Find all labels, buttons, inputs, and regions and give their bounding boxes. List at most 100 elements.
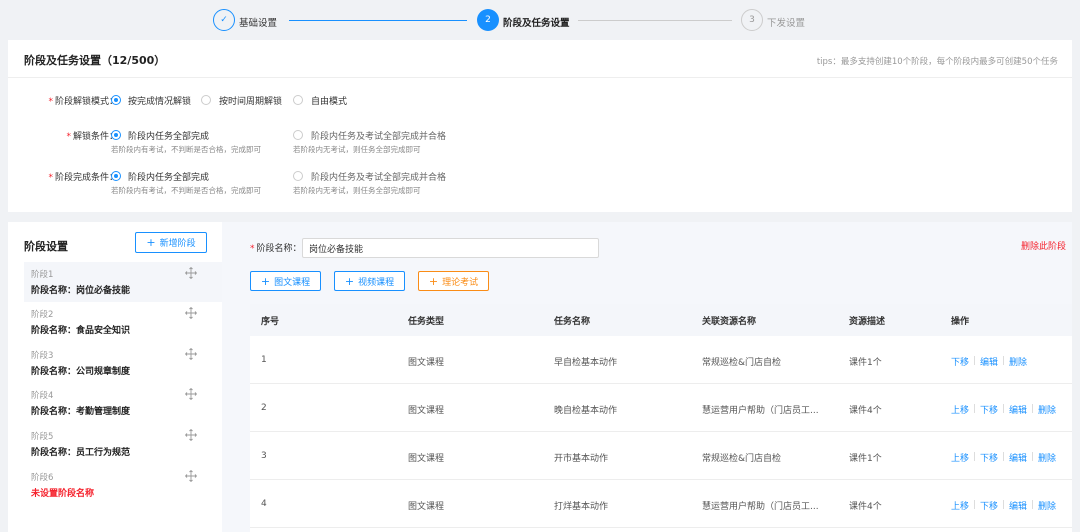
edit-link[interactable]: 编辑 <box>1009 451 1027 464</box>
cell-task-name: 开市基本动作 <box>554 454 609 464</box>
task-table: 序号 任务类型 任务名称 关联资源名称 资源描述 操作 1 图文课程 早自检基本… <box>250 304 1072 532</box>
delete-link[interactable]: 删除 <box>1038 499 1056 512</box>
action-separator <box>1003 404 1004 413</box>
move-up-link[interactable]: 上移 <box>951 403 969 416</box>
add-theory-exam-button[interactable]: + 理论考试 <box>418 271 489 291</box>
stage-item-2[interactable]: 阶段2 阶段名称：食品安全知识 <box>24 302 222 342</box>
stage-editor-panel: * 阶段名称： 岗位必备技能 删除此阶段 + 图文课程 + 视频课程 + 理论考试 序号… <box>222 222 1072 532</box>
stage-item-3[interactable]: 阶段3 阶段名称：公司规章制度 <box>24 343 222 383</box>
plus-icon: + <box>260 274 271 288</box>
stage-name-input[interactable]: 岗位必备技能 <box>302 238 599 258</box>
unlock-condition-label: * 解锁条件： <box>66 132 118 142</box>
add-stage-button[interactable]: + 新增阶段 <box>135 232 207 253</box>
unlock-mode-option-label: 按时间周期解锁 <box>219 97 283 107</box>
delete-link[interactable]: 删除 <box>1038 403 1056 416</box>
step-connector-1 <box>289 20 467 21</box>
step-3-label: 下发设置 <box>767 18 806 29</box>
complete-condition-radio-tasks[interactable] <box>111 171 121 181</box>
cell-resource-desc: 课件1个 <box>849 358 882 368</box>
drag-move-icon[interactable] <box>185 267 197 279</box>
move-down-link[interactable]: 下移 <box>980 499 998 512</box>
button-label: 视频课程 <box>358 277 395 288</box>
stage-number: 阶段1 <box>31 270 54 280</box>
add-article-course-button[interactable]: + 图文课程 <box>250 271 321 291</box>
complete-condition-hint: 若阶段内无考试，则任务全部完成即可 <box>293 186 421 195</box>
action-separator <box>1003 500 1004 509</box>
action-separator <box>1032 404 1033 413</box>
edit-link[interactable]: 编辑 <box>1009 403 1027 416</box>
unlock-condition-option-label: 阶段内任务及考试全部完成并合格 <box>311 132 447 142</box>
step-3-number: 3 <box>741 9 763 31</box>
action-separator <box>974 404 975 413</box>
drag-move-icon[interactable] <box>185 348 197 360</box>
unlock-mode-option-label: 自由模式 <box>311 97 348 107</box>
step-1-label: 基础设置 <box>239 18 278 29</box>
move-up-link[interactable]: 上移 <box>951 499 969 512</box>
plus-icon: + <box>428 274 439 288</box>
add-video-course-button[interactable]: + 视频课程 <box>334 271 405 291</box>
unlock-mode-radio-time[interactable] <box>201 95 211 105</box>
cell-index: 2 <box>261 403 267 413</box>
move-down-link[interactable]: 下移 <box>980 403 998 416</box>
complete-condition-option-label: 阶段内任务及考试全部完成并合格 <box>311 173 447 183</box>
table-row: 4 图文课程 打烊基本动作 慧运营用户帮助（门店员工... 课件4个 上移 下移… <box>250 480 1072 528</box>
add-stage-label: 新增阶段 <box>159 239 196 249</box>
delete-link[interactable]: 删除 <box>1038 451 1056 464</box>
stage-name-label: * 阶段名称： <box>250 244 302 254</box>
cell-resource-name: 常规巡检&门店自检 <box>702 358 782 368</box>
drag-move-icon[interactable] <box>185 307 197 319</box>
move-down-link[interactable]: 下移 <box>980 451 998 464</box>
column-header-actions: 操作 <box>951 317 970 327</box>
stage-number: 阶段2 <box>31 310 54 320</box>
unlock-condition-radio-exams[interactable] <box>293 130 303 140</box>
cell-resource-desc: 课件4个 <box>849 406 882 416</box>
drag-move-icon[interactable] <box>185 388 197 400</box>
cell-index: 1 <box>261 355 267 365</box>
complete-condition-radio-exams[interactable] <box>293 171 303 181</box>
task-table-header: 序号 任务类型 任务名称 关联资源名称 资源描述 操作 <box>250 304 1072 336</box>
action-separator <box>1032 500 1033 509</box>
tips-text: tips：最多支持创建10个阶段，每个阶段内最多可创建50个任务 <box>816 57 1058 67</box>
delete-stage-link[interactable]: 删除此阶段 <box>1021 239 1066 252</box>
stage-item-4[interactable]: 阶段4 阶段名称：考勤管理制度 <box>24 383 222 423</box>
plus-icon: + <box>146 236 156 249</box>
stage-list-title: 阶段设置 <box>24 240 68 253</box>
cell-resource-desc: 课件4个 <box>849 502 882 512</box>
stage-item-1[interactable]: 阶段1 阶段名称：岗位必备技能 <box>24 262 222 302</box>
stage-task-settings-panel: 阶段及任务设置（12/500） tips：最多支持创建10个阶段，每个阶段内最多… <box>8 40 1072 212</box>
plus-icon: + <box>344 274 355 288</box>
drag-move-icon[interactable] <box>185 470 197 482</box>
delete-link[interactable]: 删除 <box>1009 355 1027 368</box>
stage-list-panel: 阶段设置 + 新增阶段 阶段1 阶段名称：岗位必备技能 阶段2 阶段名称：食品安… <box>8 222 222 532</box>
column-header-task-type: 任务类型 <box>408 317 445 327</box>
unlock-mode-radio-free[interactable] <box>293 95 303 105</box>
stage-name: 阶段名称：公司规章制度 <box>31 367 131 377</box>
drag-move-icon[interactable] <box>185 429 197 441</box>
unlock-condition-hint: 若阶段内有考试，不判断是否合格，完成即可 <box>111 145 261 154</box>
stage-number: 阶段4 <box>31 391 54 401</box>
action-separator <box>1003 452 1004 461</box>
divider <box>8 77 1072 78</box>
unlock-mode-radio-completion[interactable] <box>111 95 121 105</box>
cell-resource-name: 慧运营用户帮助（门店员工... <box>702 502 819 512</box>
table-row: 2 图文课程 晚自检基本动作 慧运营用户帮助（门店员工... 课件4个 上移 下… <box>250 384 1072 432</box>
cell-index: 3 <box>261 451 267 461</box>
edit-link[interactable]: 编辑 <box>1009 499 1027 512</box>
stage-number: 阶段6 <box>31 473 54 483</box>
stage-item-6[interactable]: 阶段6 未设置阶段名称 <box>24 465 222 505</box>
action-separator <box>974 500 975 509</box>
cell-task-name: 早自检基本动作 <box>554 358 618 368</box>
column-header-resource-desc: 资源描述 <box>849 317 886 327</box>
cell-resource-desc: 课件1个 <box>849 454 882 464</box>
column-header-index: 序号 <box>261 317 280 327</box>
cell-task-name: 晚自检基本动作 <box>554 406 618 416</box>
stage-item-5[interactable]: 阶段5 阶段名称：员工行为规范 <box>24 424 222 464</box>
move-down-link[interactable]: 下移 <box>951 355 969 368</box>
unlock-condition-hint: 若阶段内无考试，则任务全部完成即可 <box>293 145 421 154</box>
edit-link[interactable]: 编辑 <box>980 355 998 368</box>
stage-number: 阶段3 <box>31 351 54 361</box>
table-row: 1 图文课程 早自检基本动作 常规巡检&门店自检 课件1个 下移 编辑 删除 <box>250 336 1072 384</box>
button-label: 图文课程 <box>274 277 311 288</box>
move-up-link[interactable]: 上移 <box>951 451 969 464</box>
unlock-condition-radio-tasks[interactable] <box>111 130 121 140</box>
